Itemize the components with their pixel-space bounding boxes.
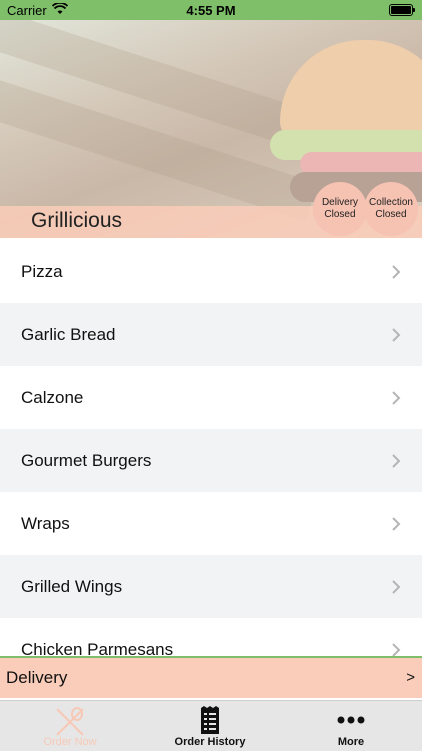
- menu-item-label: Wraps: [21, 513, 70, 533]
- chevron-right-icon: [392, 390, 401, 405]
- menu-item-label: Garlic Bread: [21, 324, 116, 344]
- menu-item-label: Pizza: [21, 261, 63, 281]
- menu-item-calzone[interactable]: Calzone: [0, 366, 422, 429]
- tab-more[interactable]: More: [281, 701, 421, 751]
- chevron-right-icon: [392, 327, 401, 342]
- chevron-right-icon: [392, 453, 401, 468]
- tab-label: Order History: [174, 736, 246, 748]
- order-mode-arrow: >: [406, 669, 415, 686]
- menu-item-wraps[interactable]: Wraps: [0, 492, 422, 555]
- collection-status-badge: Collection Closed: [364, 182, 418, 236]
- restaurant-name: Grillicious: [31, 209, 123, 232]
- battery-icon: [389, 4, 415, 16]
- menu-item-chicken-parmesans[interactable]: Chicken Parmesans: [0, 618, 422, 656]
- delivery-status-badge: Delivery Closed: [313, 182, 367, 236]
- order-mode-selector[interactable]: Delivery >: [0, 658, 422, 698]
- tab-label: More: [337, 736, 365, 748]
- collection-status-line2: Closed: [375, 209, 407, 220]
- status-bar: Carrier 4:55 PM: [0, 0, 422, 20]
- menu-item-label: Gourmet Burgers: [21, 450, 152, 470]
- collection-status-line1: Collection: [369, 197, 413, 208]
- menu-category-list[interactable]: Pizza Garlic Bread Calzone Gourmet Burge…: [0, 240, 422, 656]
- tab-bar: Order Now Order History More: [0, 700, 422, 751]
- more-dots-icon: [337, 716, 365, 724]
- tab-order-now[interactable]: Order Now: [0, 701, 140, 751]
- delivery-status-line1: Delivery: [321, 197, 359, 208]
- chevron-right-icon: [392, 642, 401, 656]
- receipt-icon: [201, 706, 219, 734]
- tab-order-history[interactable]: Order History: [140, 701, 280, 751]
- clock: 4:55 PM: [186, 3, 236, 18]
- chevron-right-icon: [392, 264, 401, 279]
- tab-label: Order Now: [43, 736, 97, 748]
- menu-item-label: Calzone: [21, 387, 84, 407]
- menu-item-label: Grilled Wings: [21, 576, 123, 596]
- utensils-icon: [56, 707, 84, 736]
- chevron-right-icon: [392, 579, 401, 594]
- menu-item-label: Chicken Parmesans: [21, 639, 174, 657]
- restaurant-header: Grillicious Delivery Closed Collection C…: [0, 20, 422, 238]
- menu-item-pizza[interactable]: Pizza: [0, 240, 422, 303]
- chevron-right-icon: [392, 516, 401, 531]
- menu-item-garlic-bread[interactable]: Garlic Bread: [0, 303, 422, 366]
- menu-item-gourmet-burgers[interactable]: Gourmet Burgers: [0, 429, 422, 492]
- menu-item-grilled-wings[interactable]: Grilled Wings: [0, 555, 422, 618]
- order-mode-label: Delivery: [6, 668, 68, 687]
- delivery-status-line2: Closed: [324, 209, 356, 220]
